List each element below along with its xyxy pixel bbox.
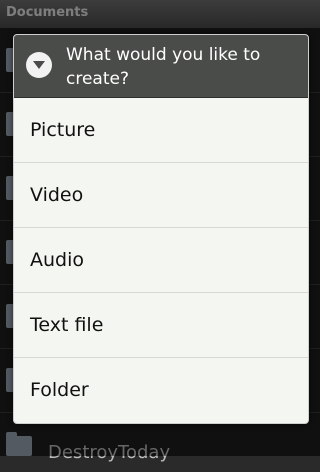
menu-item-picture[interactable]: Picture [14, 98, 308, 163]
dialog-title: What would you like to create? [66, 45, 261, 89]
menu-item-text-file[interactable]: Text file [14, 293, 308, 358]
menu-item-label: Text file [30, 314, 104, 336]
menu-item-video[interactable]: Video [14, 163, 308, 228]
menu-item-folder[interactable]: Folder [14, 358, 308, 422]
menu-item-label: Audio [30, 249, 85, 271]
menu-item-audio[interactable]: Audio [14, 228, 308, 293]
dialog-header: What would you like to create? [14, 35, 308, 98]
menu-item-label: Folder [30, 379, 89, 401]
menu-item-label: Video [30, 184, 84, 206]
create-dialog: What would you like to create? Picture V… [13, 34, 309, 424]
dropdown-circle-icon [26, 52, 52, 78]
menu-item-label: Picture [30, 119, 96, 141]
